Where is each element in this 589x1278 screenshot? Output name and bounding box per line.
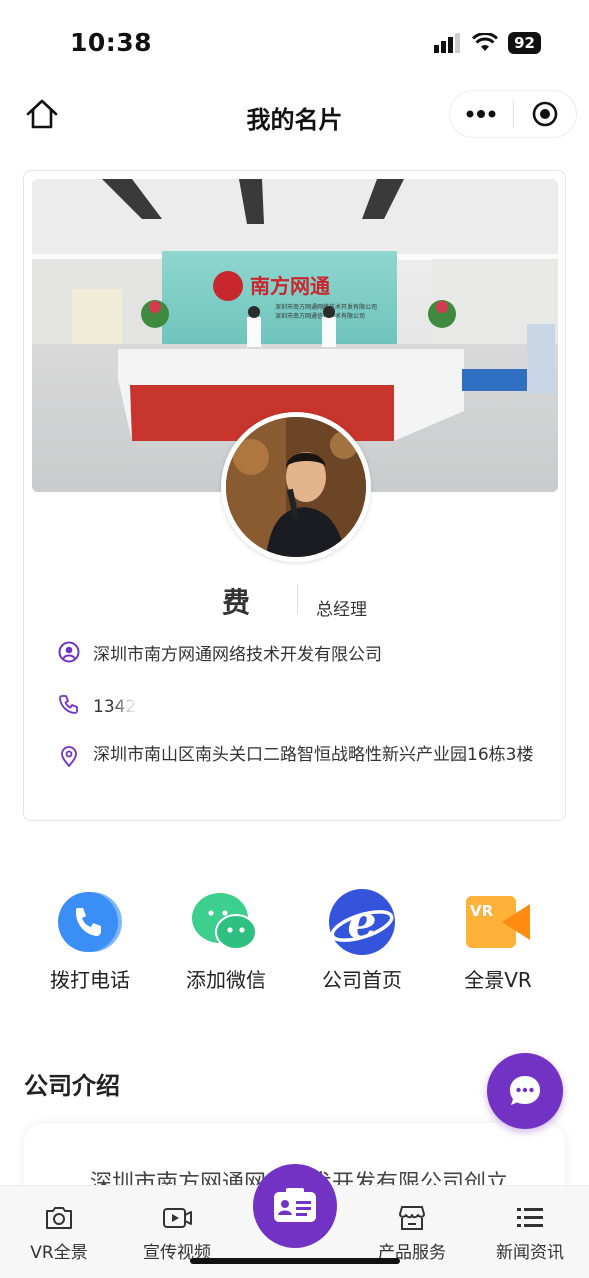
target-icon (532, 101, 558, 127)
status-icons: 92 (434, 32, 541, 54)
wifi-icon (472, 33, 499, 51)
nav-bar: 我的名片 (0, 86, 589, 146)
signal-icon (434, 33, 461, 53)
person-title: 总经理 (316, 600, 367, 620)
call-label: 拨打电话 (50, 968, 130, 992)
miniapp-capsule (449, 90, 577, 138)
status-bar: 10:38 92 (0, 0, 589, 86)
location-pin-icon (61, 746, 77, 767)
tab-news-label: 新闻资讯 (496, 1243, 564, 1263)
avatar (221, 412, 371, 562)
name-redaction (254, 579, 298, 619)
tab-business-card[interactable] (253, 1164, 337, 1248)
camera-icon (46, 1207, 72, 1229)
company-intro-title: 公司介绍 (24, 1072, 120, 1100)
homepage-action[interactable]: e 公司首页 (302, 886, 422, 993)
phone-icon (59, 695, 78, 714)
tab-video[interactable]: 宣传视频 (118, 1202, 236, 1263)
wechat-icon (192, 893, 257, 950)
banner-logo-text: 南方网通 (250, 274, 330, 298)
person-name: 费 (222, 586, 251, 619)
address-row[interactable]: 深圳市南山区南头关口二路智恒战略性新兴产业园16栋3楼 (58, 741, 538, 769)
vr-camera-icon: VR (466, 896, 530, 948)
status-time: 10:38 (70, 28, 153, 57)
phone-icon (58, 892, 122, 952)
company-name: 深圳市南方网通网络技术开发有限公司 (93, 645, 382, 665)
vr-label: 全景VR (464, 968, 532, 992)
phone-redaction (122, 689, 242, 725)
store-icon (399, 1206, 425, 1230)
tab-bar: VR全景 宣传视频 产品服务 新闻资讯 (0, 1164, 589, 1278)
business-card: 南方网通 深圳市南方网通网络技术开发有限公司 深圳市南方网通信息技术有限公司 (23, 170, 566, 821)
more-button[interactable] (450, 91, 513, 137)
user-circle-icon (58, 641, 80, 663)
svg-text:VR: VR (470, 902, 494, 920)
close-miniapp-button[interactable] (514, 91, 577, 137)
chat-bubble-icon (510, 1076, 540, 1105)
chat-button[interactable] (487, 1053, 563, 1129)
home-indicator (190, 1258, 400, 1264)
tab-vr[interactable]: VR全景 (0, 1202, 118, 1263)
call-action[interactable]: 拨打电话 (30, 886, 150, 993)
wechat-label: 添加微信 (186, 968, 266, 992)
phone-row[interactable]: 1342 (58, 689, 242, 725)
quick-actions: 拨打电话 添加微信 e 公司首页 VR 全景VR (0, 886, 589, 996)
wechat-action[interactable]: 添加微信 (166, 886, 286, 993)
name-row: 费 总经理 (24, 579, 567, 620)
tab-news[interactable]: 新闻资讯 (471, 1202, 589, 1263)
name-divider (297, 584, 298, 614)
tab-vr-label: VR全景 (30, 1243, 88, 1263)
more-icon (466, 110, 496, 118)
tab-products[interactable]: 产品服务 (353, 1202, 471, 1263)
browser-icon: e (329, 889, 395, 955)
business-card-icon (274, 1188, 316, 1222)
list-icon (517, 1208, 543, 1227)
company-row: 深圳市南方网通网络技术开发有限公司 (58, 641, 382, 669)
video-icon (163, 1208, 192, 1228)
homepage-label: 公司首页 (322, 968, 402, 992)
address-text: 深圳市南山区南头关口二路智恒战略性新兴产业园16栋3楼 (93, 745, 534, 765)
vr-action[interactable]: VR 全景VR (438, 886, 558, 993)
battery-indicator: 92 (508, 32, 541, 54)
banner-sign-line2: 深圳市南方网通信息技术有限公司 (275, 312, 365, 320)
